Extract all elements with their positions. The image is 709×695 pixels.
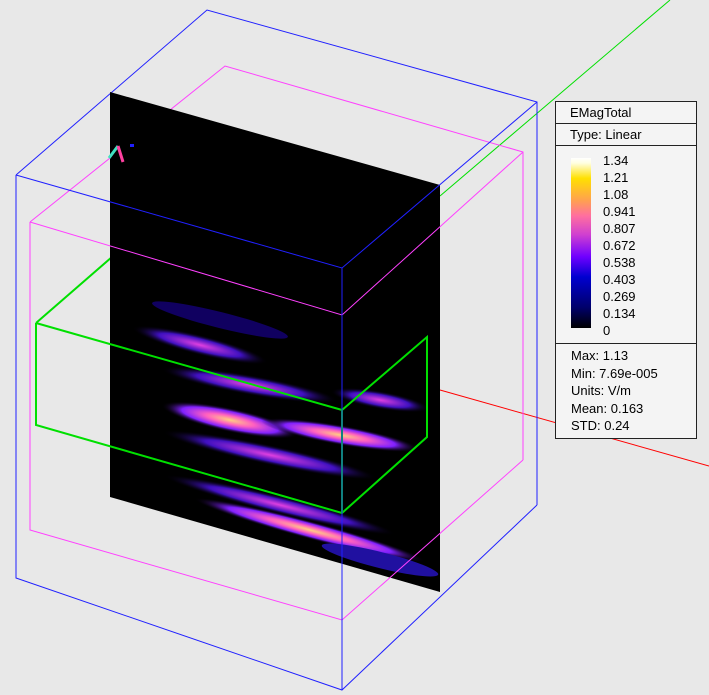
stat-min: Min: 7.69e-005 <box>571 365 658 381</box>
tick-label: 1.34 <box>603 153 629 168</box>
legend-type: Type: Linear <box>556 124 696 146</box>
tick-label: 0.403 <box>603 272 636 287</box>
legend-title: EMagTotal <box>556 102 696 124</box>
tick-label: 0.672 <box>603 238 636 253</box>
3d-viewport[interactable]: EMagTotal Type: Linear 1.34 1.21 1.08 0.… <box>0 0 709 695</box>
color-legend[interactable]: EMagTotal Type: Linear 1.34 1.21 1.08 0.… <box>555 101 697 439</box>
object-box-back-edge <box>35 249 121 324</box>
color-scale-bar <box>571 158 591 328</box>
tick-label: 0 <box>603 323 611 338</box>
field-plane <box>110 92 440 592</box>
legend-stats: Max: 1.13 Min: 7.69e-005 Units: V/m Mean… <box>556 344 696 438</box>
tick-label: 1.08 <box>603 187 629 202</box>
tick-label: 0.538 <box>603 255 636 270</box>
tick-label: 0.269 <box>603 289 636 304</box>
stat-std: STD: 0.24 <box>571 418 630 433</box>
tick-label: 0.134 <box>603 306 636 321</box>
scale-ticks: 1.34 1.21 1.08 0.941 0.807 0.672 0.538 0… <box>603 152 636 339</box>
tick-label: 0.941 <box>603 204 636 219</box>
tick-label: 1.21 <box>603 170 629 185</box>
stat-max: Max: 1.13 <box>571 348 629 363</box>
tick-label: 0.807 <box>603 221 636 236</box>
stat-units: Units: V/m <box>571 383 631 398</box>
stat-mean: Mean: 0.163 <box>571 400 644 416</box>
